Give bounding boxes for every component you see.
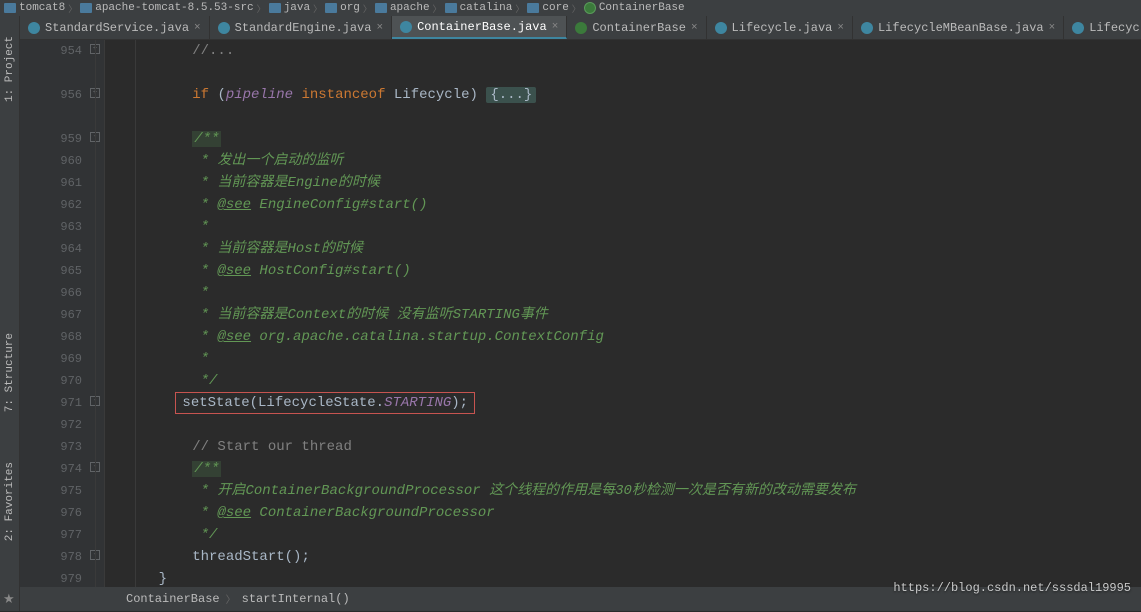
breadcrumb-item[interactable]: apache-tomcat-8.5.53-src	[80, 2, 253, 14]
line-number: 968	[20, 326, 82, 348]
folder-icon	[375, 3, 387, 13]
close-icon[interactable]: ×	[1049, 22, 1056, 34]
line-number: 976	[20, 502, 82, 524]
chevron-right-icon: 〉	[433, 2, 442, 15]
folder-icon	[527, 3, 539, 13]
chevron-right-icon: 〉	[515, 2, 524, 15]
line-number: 969	[20, 348, 82, 370]
chevron-right-icon: 〉	[363, 2, 372, 15]
class-icon	[575, 22, 587, 34]
folder-icon	[445, 3, 457, 13]
close-icon[interactable]: ×	[691, 22, 698, 34]
tool-rail: 1: Project 7: Structure 2: Favorites	[0, 16, 20, 611]
breadcrumb-item[interactable]: catalina	[445, 2, 513, 14]
breadcrumb-item[interactable]: org	[325, 2, 360, 14]
line-number: 961	[20, 172, 82, 194]
tab-standardservice[interactable]: StandardService.java×	[20, 16, 210, 39]
file-icon	[715, 22, 727, 34]
close-icon[interactable]: ×	[194, 22, 201, 34]
line-number: 960	[20, 150, 82, 172]
tab-lifecycle[interactable]: Lifecycle.java×	[707, 16, 853, 39]
breadcrumb-item[interactable]: apache	[375, 2, 430, 14]
line-number: 965	[20, 260, 82, 282]
folder-icon	[269, 3, 281, 13]
breadcrumb-item[interactable]: ContainerBase	[584, 2, 685, 14]
chevron-right-icon: 〉	[68, 2, 77, 15]
file-icon	[28, 22, 40, 34]
line-number: 967	[20, 304, 82, 326]
tab-bar: StandardService.java× StandardEngine.jav…	[20, 16, 1141, 40]
rail-favorites[interactable]: 2: Favorites	[4, 462, 16, 541]
chevron-right-icon: 〉	[257, 2, 266, 15]
rail-structure[interactable]: 7: Structure	[4, 333, 16, 412]
file-icon	[861, 22, 873, 34]
fold-region[interactable]: {...}	[486, 87, 536, 103]
gutter: 9549569599609619629639649659669679689699…	[20, 40, 105, 587]
close-icon[interactable]: ×	[552, 21, 559, 33]
code-area[interactable]: //... if (pipeline instanceof Lifecycle)…	[105, 40, 1141, 587]
file-icon	[218, 22, 230, 34]
chevron-right-icon: 〉	[313, 2, 322, 15]
line-number: 964	[20, 238, 82, 260]
close-icon[interactable]: ×	[376, 22, 383, 34]
file-icon	[1072, 22, 1084, 34]
chevron-right-icon: 〉	[572, 2, 581, 15]
file-icon	[400, 21, 412, 33]
line-number: 972	[20, 414, 82, 436]
line-number: 975	[20, 480, 82, 502]
chevron-right-icon: 〉	[226, 591, 236, 607]
tab-standardengine[interactable]: StandardEngine.java×	[210, 16, 392, 39]
line-number: 954	[20, 40, 82, 62]
folder-icon	[4, 3, 16, 13]
line-number: 966	[20, 282, 82, 304]
tab-containerbase-class[interactable]: ContainerBase×	[567, 16, 706, 39]
folder-icon	[80, 3, 92, 13]
breadcrumb-item[interactable]: java	[269, 2, 310, 14]
tab-lifecyclebase[interactable]: LifecycleBase.java×	[1064, 16, 1141, 39]
line-number: 973	[20, 436, 82, 458]
nav-class[interactable]: ContainerBase	[126, 592, 220, 606]
line-number	[20, 106, 82, 128]
breadcrumb-item[interactable]: core	[527, 2, 568, 14]
highlighted-line: setState(LifecycleState.STARTING);	[175, 392, 475, 414]
line-number: 978	[20, 546, 82, 568]
line-number	[20, 62, 82, 84]
editor[interactable]: 9549569599609619629639649659669679689699…	[20, 40, 1141, 587]
class-icon	[584, 2, 596, 14]
close-icon[interactable]: ×	[837, 22, 844, 34]
nav-method[interactable]: startInternal()	[242, 592, 350, 606]
line-number: 977	[20, 524, 82, 546]
breadcrumb-item[interactable]: tomcat8	[4, 2, 65, 14]
breadcrumb: tomcat8〉 apache-tomcat-8.5.53-src〉 java〉…	[0, 0, 1141, 16]
line-number: 962	[20, 194, 82, 216]
line-number: 963	[20, 216, 82, 238]
tab-lifecyclembeanbase[interactable]: LifecycleMBeanBase.java×	[853, 16, 1064, 39]
line-number: 970	[20, 370, 82, 392]
line-number: 959	[20, 128, 82, 150]
line-number: 956	[20, 84, 82, 106]
watermark: https://blog.csdn.net/sssdal19995	[893, 581, 1131, 595]
star-icon[interactable]: ★	[3, 592, 15, 607]
line-number: 974	[20, 458, 82, 480]
line-number: 971	[20, 392, 82, 414]
folder-icon	[325, 3, 337, 13]
rail-project[interactable]: 1: Project	[4, 36, 16, 102]
tab-containerbase-java[interactable]: ContainerBase.java×	[392, 16, 567, 39]
